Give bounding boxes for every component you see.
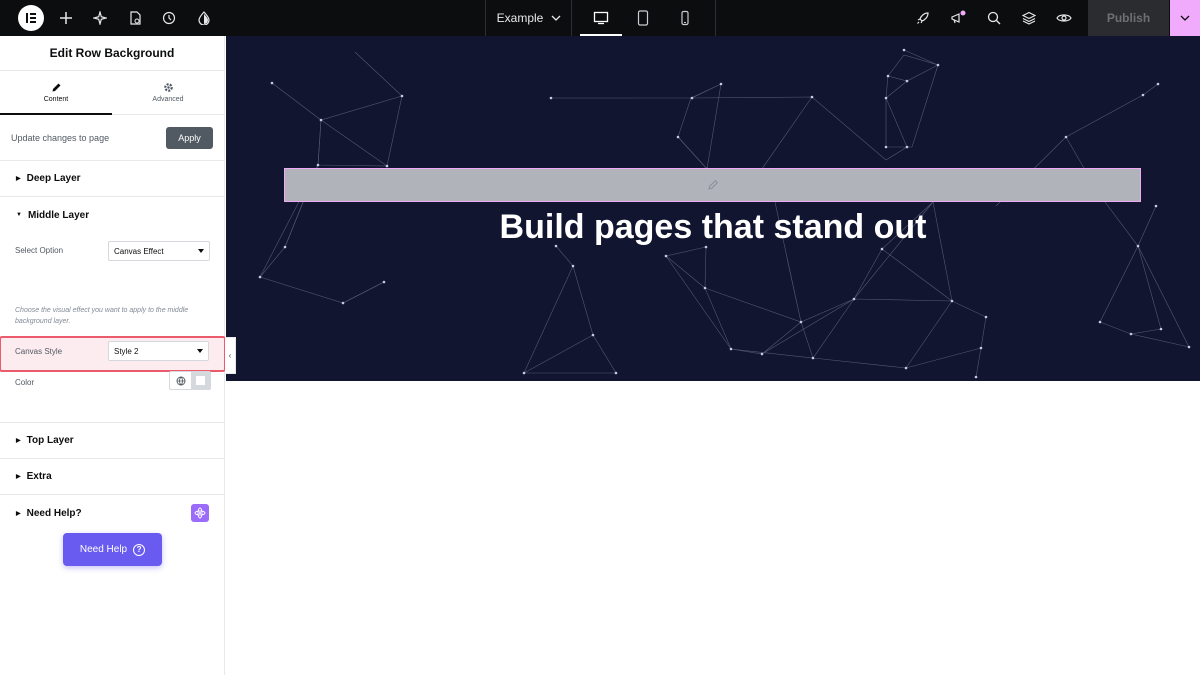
editor-panel: Edit Row Background Content Advanced Upd… xyxy=(0,36,226,675)
section-need-help[interactable]: ▶ Need Help? xyxy=(0,495,224,531)
publish-options-button[interactable] xyxy=(1170,0,1200,36)
section-middle-layer[interactable]: ▼ Middle Layer xyxy=(0,197,224,233)
edit-row-overlay[interactable] xyxy=(284,168,1141,202)
preview-eye-icon[interactable] xyxy=(1054,8,1074,28)
sparkle-ai-icon[interactable] xyxy=(90,8,110,28)
caret-right-icon: ▶ xyxy=(16,176,21,182)
question-icon: ? xyxy=(133,543,146,556)
section-need-help-title: Need Help? xyxy=(26,507,82,519)
plus-icon[interactable] xyxy=(56,8,76,28)
section-middle-layer-title: Middle Layer xyxy=(27,209,90,221)
color-picker-button[interactable] xyxy=(191,372,210,389)
structure-layers-icon[interactable] xyxy=(1019,8,1039,28)
tab-content-label: Content xyxy=(43,96,69,103)
section-extra[interactable]: ▶ Extra xyxy=(0,459,224,495)
whats-new-icon[interactable] xyxy=(948,8,968,28)
section-extra-title: Extra xyxy=(26,471,52,482)
search-icon[interactable] xyxy=(984,8,1004,28)
collapse-panel-button[interactable]: ‹ xyxy=(225,337,236,374)
hero-heading[interactable]: Build pages that stand out xyxy=(226,208,1200,247)
color-label: Color xyxy=(15,378,35,387)
caret-down-icon: ▼ xyxy=(16,212,22,218)
top-bar: Example Publish xyxy=(0,0,1200,36)
page-settings-icon[interactable] xyxy=(125,8,145,28)
section-top-layer[interactable]: ▶ Top Layer xyxy=(0,423,224,459)
preview-canvas: Build pages that stand out xyxy=(226,36,1200,675)
divider xyxy=(485,0,486,36)
panel-tabs: Content Advanced xyxy=(0,71,224,115)
chevron-left-icon: ‹ xyxy=(228,351,232,360)
chevron-down-icon xyxy=(197,349,203,353)
history-icon[interactable] xyxy=(159,8,179,28)
tab-advanced[interactable]: Advanced xyxy=(112,71,224,114)
apply-button[interactable]: Apply xyxy=(166,126,213,149)
divider xyxy=(571,0,572,36)
update-changes-text: Update changes to page xyxy=(11,132,110,143)
tab-content[interactable]: Content xyxy=(0,71,112,115)
canvas-style-value: Style 2 xyxy=(114,346,139,356)
hero-section: Build pages that stand out xyxy=(226,36,1200,381)
mobile-icon[interactable] xyxy=(664,0,706,36)
gear-icon xyxy=(163,83,173,92)
publish-button[interactable]: Publish xyxy=(1088,0,1169,36)
middle-layer-controls: Select Option Canvas Effect Choose the v… xyxy=(0,233,226,423)
panel-title: Edit Row Background xyxy=(0,36,224,71)
chevron-down-icon xyxy=(551,15,561,21)
select-option-description: Choose the visual effect you want to app… xyxy=(15,307,189,325)
need-help-button-label: Need Help xyxy=(79,544,128,555)
desktop-icon[interactable] xyxy=(580,0,622,36)
select-option-label: Select Option xyxy=(15,246,64,255)
plugin-brand-icon xyxy=(191,504,209,522)
section-deep-layer[interactable]: ▶ Deep Layer xyxy=(0,161,224,197)
elementor-logo-icon[interactable] xyxy=(18,5,44,31)
globe-icon[interactable] xyxy=(170,372,191,389)
chevron-down-icon xyxy=(198,249,204,253)
pencil-icon xyxy=(707,179,718,190)
section-deep-layer-title: Deep Layer xyxy=(26,173,81,184)
select-option-value: Canvas Effect xyxy=(114,246,164,256)
canvas-style-label: Canvas Style xyxy=(15,347,63,356)
color-swatch xyxy=(196,376,205,385)
site-switcher[interactable]: Example xyxy=(488,0,570,36)
caret-right-icon: ▶ xyxy=(16,474,21,480)
caret-right-icon: ▶ xyxy=(16,438,21,444)
tab-advanced-label: Advanced xyxy=(152,96,184,103)
theme-style-icon[interactable] xyxy=(194,8,214,28)
need-help-button[interactable]: Need Help ? xyxy=(63,533,162,566)
site-name: Example xyxy=(496,11,544,25)
caret-right-icon: ▶ xyxy=(16,510,21,517)
pencil-icon xyxy=(52,83,60,92)
rocket-icon[interactable] xyxy=(913,8,933,28)
tablet-icon[interactable] xyxy=(622,0,664,36)
color-control xyxy=(169,371,211,390)
canvas-style-dropdown[interactable]: Style 2 xyxy=(108,341,209,361)
section-top-layer-title: Top Layer xyxy=(26,435,74,446)
chevron-down-icon xyxy=(1180,15,1190,21)
select-option-dropdown[interactable]: Canvas Effect xyxy=(108,241,210,261)
divider xyxy=(715,0,716,36)
update-changes-row: Update changes to page Apply xyxy=(0,115,224,161)
